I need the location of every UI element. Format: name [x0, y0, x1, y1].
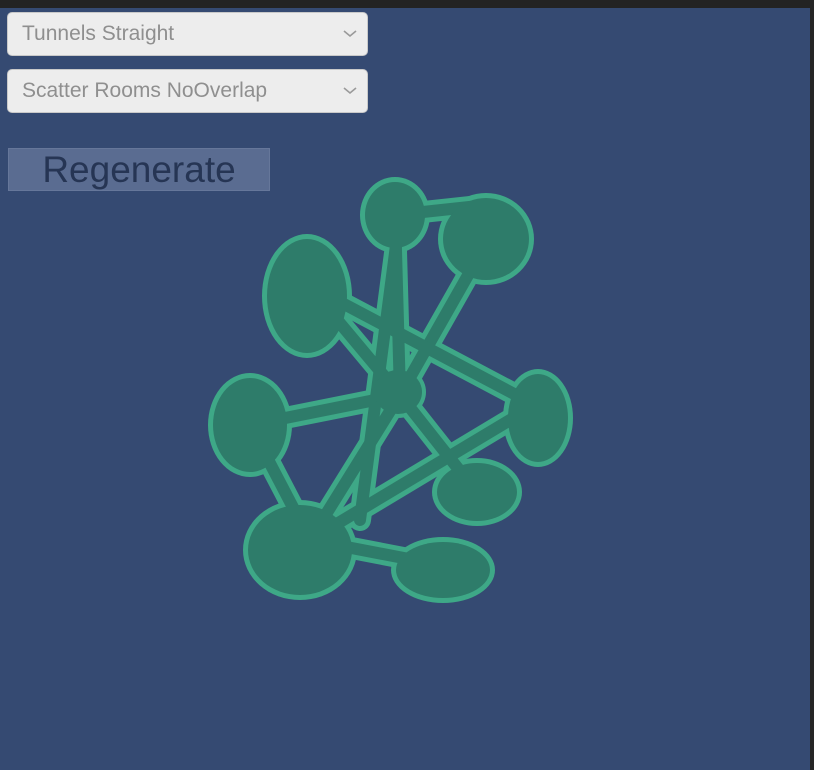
tunnel-style-dropdown[interactable]: Tunnels Straight — [7, 12, 368, 56]
room — [396, 542, 490, 598]
room — [213, 378, 287, 472]
game-viewport — [0, 8, 810, 770]
tunnel-style-value: Tunnels Straight — [22, 22, 175, 45]
chevron-down-icon — [333, 70, 367, 112]
window-right-border — [810, 0, 814, 770]
room — [248, 505, 352, 595]
chevron-down-icon — [333, 13, 367, 55]
room — [267, 239, 347, 353]
room — [437, 463, 517, 521]
dungeon-map — [208, 177, 573, 603]
room — [443, 198, 529, 280]
room — [374, 370, 422, 414]
room-placement-value: Scatter Rooms NoOverlap — [22, 79, 268, 102]
window-top-bar — [0, 0, 814, 8]
regenerate-label: Regenerate — [42, 148, 236, 190]
room-placement-dropdown[interactable]: Scatter Rooms NoOverlap — [7, 69, 368, 113]
regenerate-button[interactable]: Regenerate — [8, 148, 270, 191]
room — [508, 374, 568, 462]
room — [365, 182, 425, 248]
